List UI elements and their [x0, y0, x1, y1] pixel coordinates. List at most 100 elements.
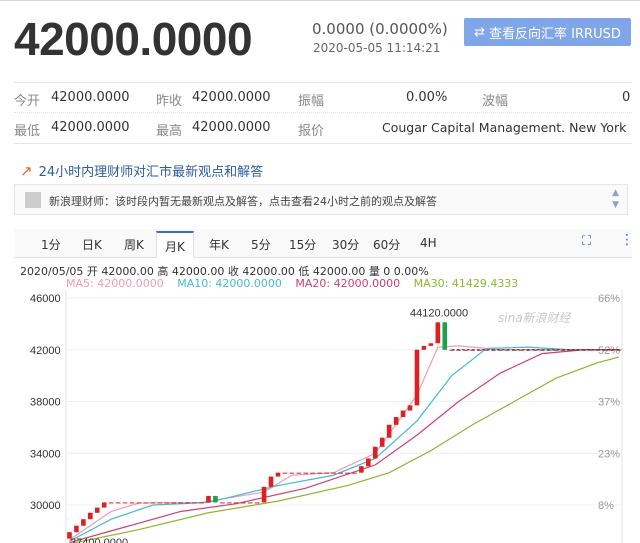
news-ticker[interactable]: 新浪理财师：该时段内暂无最新观点及解答，点击查看24小时之前的观点及解答 ▲ ▼ [14, 184, 628, 215]
kline-chart[interactable]: 46000 66%42000 52%38000 37%34000 23%30000 8%s… [0, 290, 640, 543]
ticker-arrows[interactable]: ▲ ▼ [612, 187, 619, 211]
candle-body [421, 345, 427, 350]
reverse-rate-button[interactable]: ⇄ 查看反向汇率 IRRUSD [464, 18, 631, 46]
fullscreen-icon[interactable]: ⛶ [582, 234, 591, 249]
ma10-line [69, 346, 619, 542]
tab-daily[interactable]: 日K [82, 236, 102, 253]
watermark: sina新浪财经 [498, 311, 573, 325]
y-tick-label: 46000 [30, 293, 61, 305]
quote-source-label: 报价 [298, 124, 325, 139]
low-label: 最低 [14, 124, 41, 139]
trend-up-icon: ↗ [20, 161, 33, 180]
candle-body [88, 512, 93, 520]
pct-tick-label: 37% [598, 397, 620, 409]
current-price: 42000.0000 [14, 13, 253, 65]
stats-row-2: 最低 42000.0000 最高 42000.0000 报价 Cougar Ca… [14, 113, 632, 144]
news-heading[interactable]: ↗ 24小时内理财师对汇市最新观点和解答 [20, 161, 264, 181]
y-tick-label: 30000 [30, 500, 61, 512]
arrow-down-icon[interactable]: ▼ [612, 199, 619, 211]
period-tabs: 1分 日K 周K 月K 年K 5分 15分 30分 60分 4H ⛶ ⋮ [14, 229, 634, 258]
avatar [25, 192, 41, 208]
tab-5min[interactable]: 5分 [251, 236, 271, 253]
y-tick-label: 42000 [30, 345, 61, 357]
ma30-line [70, 356, 619, 543]
arrow-up-icon[interactable]: ▲ [612, 187, 619, 199]
ma30-legend: MA30: 41429.4333 [413, 277, 519, 290]
candle-body [206, 495, 211, 503]
candle-body [379, 437, 385, 447]
candle-body [129, 502, 135, 504]
ma5-legend: MA5: 42000.0000 [66, 277, 164, 290]
candle-body [74, 525, 79, 533]
candle-body [372, 446, 378, 459]
tab-15min[interactable]: 15分 [289, 236, 316, 253]
tab-60min[interactable]: 60分 [373, 236, 400, 253]
candle-body [400, 410, 406, 418]
stats-row-1: 今开 42000.0000 昨收 42000.0000 振幅 0.00% 波幅 … [14, 82, 632, 113]
candle-body [164, 502, 170, 504]
tab-yearly[interactable]: 年K [209, 236, 229, 253]
prev-close-label: 昨收 [156, 94, 183, 109]
candle-body [282, 472, 288, 474]
candle-body [254, 502, 260, 504]
candle-body [331, 472, 336, 474]
candle-body [366, 458, 371, 467]
y-tick-label: 34000 [30, 448, 61, 460]
candle-body [178, 502, 183, 504]
candle-body [185, 502, 190, 504]
candle-body [435, 322, 441, 344]
candle-body [240, 502, 246, 504]
swap-arrows-icon: ⇄ [474, 24, 486, 40]
quote-timestamp: 2020-05-05 11:14:21 [313, 41, 441, 55]
reverse-rate-label: 查看反向汇率 IRRUSD [489, 26, 621, 42]
candle-body [345, 472, 350, 474]
candle-body [220, 502, 225, 504]
candle-body [213, 495, 218, 503]
min-price-label: 27400.0000 [70, 537, 128, 543]
tab-weekly[interactable]: 周K [124, 236, 144, 253]
candle-body [352, 472, 357, 474]
candle-body [303, 472, 309, 474]
candle-body [192, 502, 197, 504]
ma10-legend: MA10: 42000.0000 [177, 277, 282, 290]
candle-body [261, 486, 267, 503]
open-label: 今开 [14, 94, 41, 109]
tab-4h[interactable]: 4H [420, 236, 437, 250]
tab-30min[interactable]: 30分 [332, 236, 359, 253]
top-divider [0, 0, 640, 6]
news-heading-text: 24小时内理财师对汇市最新观点和解答 [38, 165, 264, 180]
tab-1min[interactable]: 1分 [41, 236, 61, 253]
news-message: 新浪理财师：该时段内暂无最新观点及解答，点击查看24小时之前的观点及解答 [49, 195, 437, 208]
tab-monthly[interactable]: 月K [156, 231, 194, 258]
candle-body [289, 472, 295, 474]
candle-body [157, 502, 163, 504]
candle-body [101, 502, 107, 508]
candle-body [233, 502, 239, 504]
candle-body [150, 502, 156, 504]
candle-body [275, 472, 281, 477]
candle-body [94, 507, 100, 513]
range-value: 0 [622, 90, 631, 105]
candle-body [108, 502, 114, 504]
candle-body [317, 472, 322, 474]
amplitude-label: 振幅 [298, 94, 325, 109]
price-change: 0.0000 (0.0000%) [312, 20, 448, 38]
ma5-line [69, 345, 619, 541]
range-label: 波幅 [482, 94, 509, 109]
ma20-legend: MA20: 42000.0000 [295, 277, 401, 290]
candle-body [442, 322, 448, 350]
more-options-icon[interactable]: ⋮ [620, 232, 634, 248]
low-value: 42000.0000 [51, 120, 130, 135]
candle-body [115, 502, 121, 504]
candle-body [268, 476, 274, 487]
candle-body [171, 502, 177, 504]
candle-body [428, 343, 434, 346]
candle-body [122, 502, 128, 504]
ma20-line [69, 349, 619, 543]
pct-tick-label: 8% [598, 500, 614, 512]
candle-body [324, 472, 329, 474]
prev-close-value: 42000.0000 [192, 90, 271, 105]
candle-body [81, 519, 86, 526]
candle-body [227, 502, 232, 504]
candle-body [296, 472, 302, 474]
